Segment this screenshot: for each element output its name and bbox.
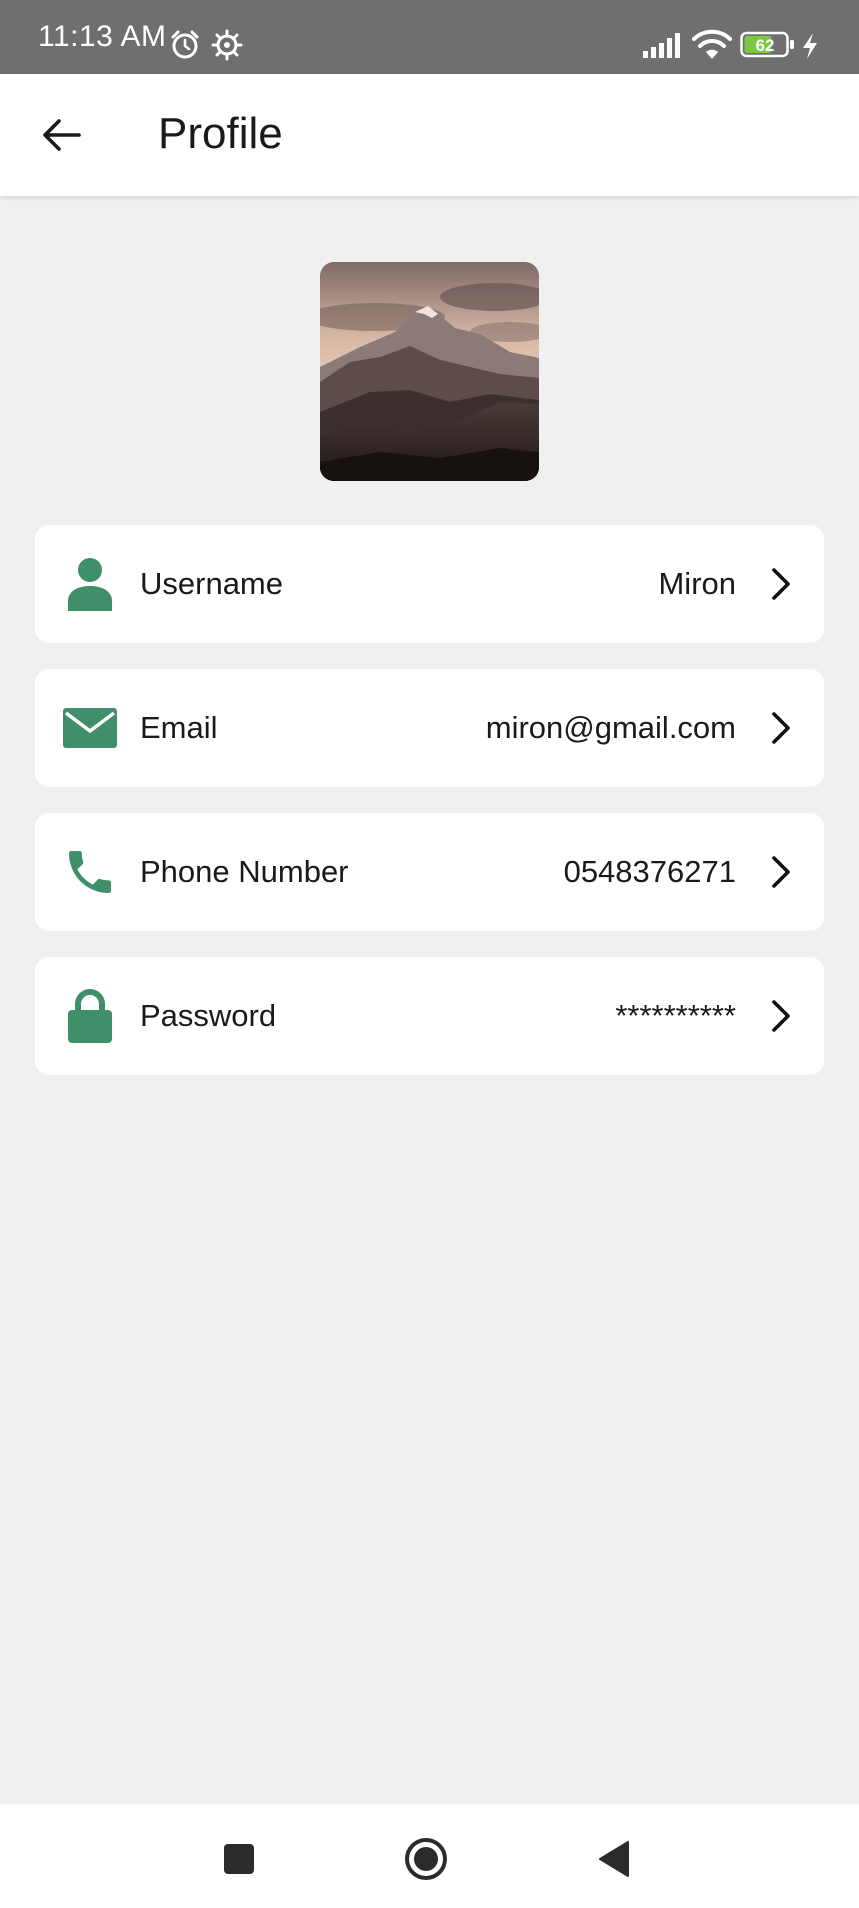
lock-icon xyxy=(60,986,120,1046)
envelope-icon xyxy=(60,698,120,758)
page-title: Profile xyxy=(158,109,283,158)
app-bar: Profile xyxy=(0,74,859,196)
status-bar: 11:13 AM 62 xyxy=(0,0,859,74)
password-label: Password xyxy=(140,998,277,1033)
username-label: Username xyxy=(140,566,283,601)
chevron-right-icon xyxy=(764,708,798,748)
charging-icon xyxy=(803,33,817,59)
password-row[interactable]: Password ********** xyxy=(35,957,824,1075)
back-button[interactable] xyxy=(30,104,92,166)
chevron-right-icon xyxy=(764,996,798,1036)
recents-button[interactable] xyxy=(214,1834,264,1884)
phone-icon xyxy=(60,842,120,902)
chevron-right-icon xyxy=(764,564,798,604)
profile-avatar[interactable] xyxy=(320,262,539,481)
username-row[interactable]: Username Miron xyxy=(35,525,824,643)
status-time: 11:13 AM xyxy=(38,20,167,53)
back-triangle-icon xyxy=(599,1841,629,1877)
chevron-right-icon xyxy=(764,852,798,892)
email-value: miron@gmail.com xyxy=(485,710,736,745)
email-row[interactable]: Email miron@gmail.com xyxy=(35,669,824,787)
alarm-icon xyxy=(171,30,199,59)
home-button[interactable] xyxy=(401,1834,451,1884)
battery-level: 62 xyxy=(756,36,775,55)
email-label: Email xyxy=(140,710,218,745)
system-nav-bar xyxy=(0,1804,859,1908)
recents-square-icon xyxy=(224,1844,254,1874)
wifi-icon xyxy=(692,29,732,59)
back-nav-button[interactable] xyxy=(589,1834,639,1884)
person-icon xyxy=(60,554,120,614)
arrow-left-icon xyxy=(43,119,81,151)
home-circle-icon xyxy=(405,1838,447,1880)
mountain-photo xyxy=(320,262,539,481)
phone-number-value: 0548376271 xyxy=(563,854,736,889)
username-value: Miron xyxy=(658,566,736,601)
password-value: ********** xyxy=(615,998,736,1033)
phone-number-row[interactable]: Phone Number 0548376271 xyxy=(35,813,824,931)
settings-icon xyxy=(211,29,243,61)
battery-icon: 62 xyxy=(740,31,794,58)
phone-number-label: Phone Number xyxy=(140,854,349,889)
signal-icon xyxy=(643,33,680,58)
